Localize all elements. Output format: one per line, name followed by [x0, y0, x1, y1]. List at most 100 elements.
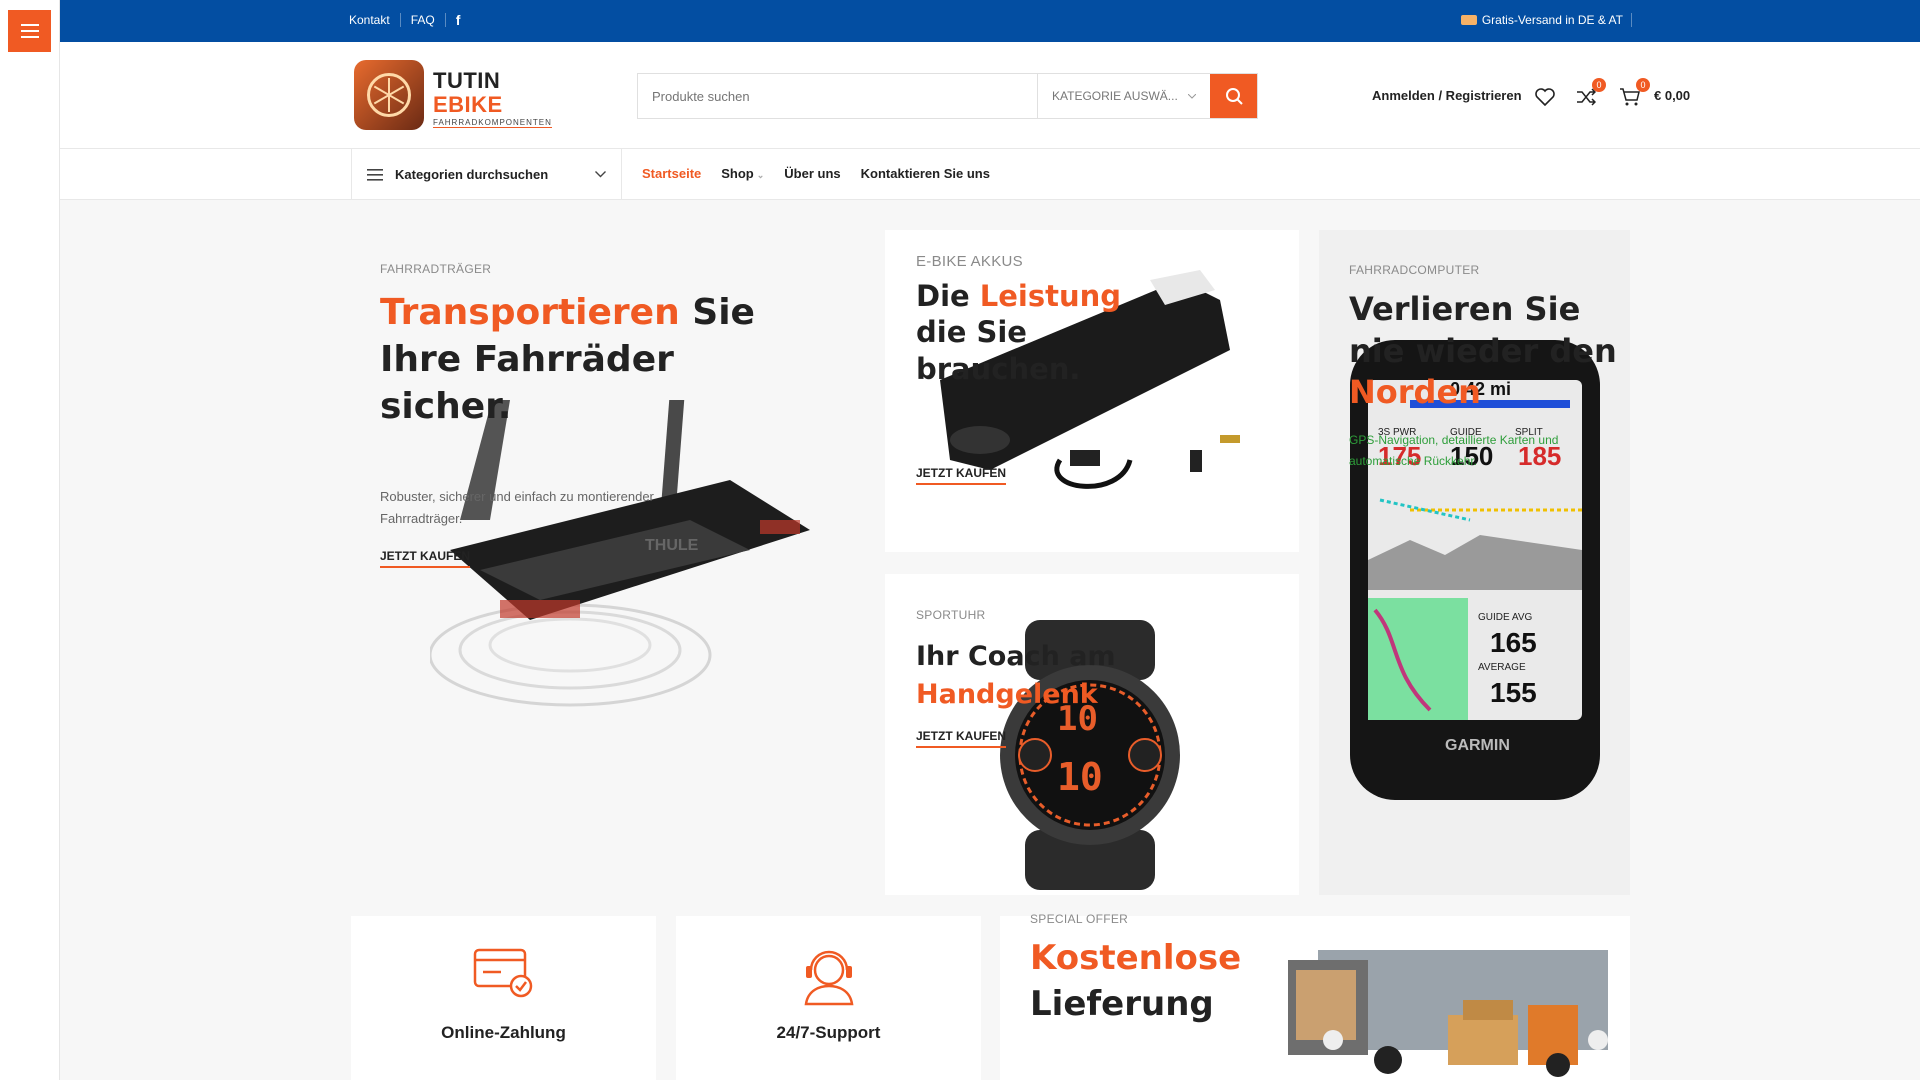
- nav-item-ueber-uns[interactable]: Über uns: [784, 166, 840, 181]
- offer-category: SPECIAL OFFER: [1030, 912, 1129, 926]
- hero-main-description-line1: Robuster, sicherer und einfach zu montie…: [380, 489, 654, 504]
- battery-title-line3: brauchen.: [916, 351, 1081, 386]
- compare-button[interactable]: 0: [1573, 78, 1606, 110]
- login-link[interactable]: Anmelden / Registrieren: [1372, 88, 1522, 103]
- computer-category: FAHRRADCOMPUTER: [1349, 263, 1480, 277]
- offer-title-line2: Lieferung: [1030, 983, 1214, 1024]
- hamburger-icon: [20, 24, 39, 38]
- search-input[interactable]: [638, 74, 1037, 118]
- logo-text-ebike[interactable]: EBIKE: [433, 92, 503, 118]
- computer-description: GPS-Navigation, detaillierte Karten und …: [1349, 430, 1617, 473]
- category-select[interactable]: KATEGORIE AUSWÄ...: [1037, 74, 1210, 118]
- nav-menu: Startseite Shop ⌄ Über uns Kontaktieren S…: [642, 166, 1010, 181]
- shipping-text: Gratis-Versand in DE & AT: [1481, 13, 1623, 27]
- computer-title-line1: Verlieren Sie: [1349, 290, 1581, 328]
- main-nav: Kategorien durchsuchen Startseite Shop ⌄ …: [60, 149, 1920, 200]
- logo-text-tutin[interactable]: TUTIN: [433, 68, 500, 94]
- shipping-notice: Gratis-Versand in DE & AT: [1460, 13, 1632, 27]
- nav-item-shop-label: Shop: [721, 166, 754, 181]
- nav-item-startseite[interactable]: Startseite: [642, 166, 701, 181]
- bike-rack-image: THULE: [430, 400, 810, 707]
- battery-cta[interactable]: JETZT KAUFEN: [916, 464, 1006, 485]
- menu-lines-icon: [367, 168, 383, 181]
- hero-main-title-accent: Transportieren: [380, 292, 680, 333]
- garmin-average-label: AVERAGE: [1478, 662, 1526, 673]
- hero-main-title-line3: sicher.: [380, 385, 512, 427]
- site-header: TUTIN EBIKE FAHRRADKOMPONENTEN KATEGORIE…: [60, 42, 1920, 149]
- hero-main-description: Robuster, sicherer und einfach zu montie…: [380, 486, 654, 530]
- feature-support-label: 24/7-Support: [776, 1023, 881, 1042]
- watch-panel-text: SPORTUHR Ihr Coach am Handgelenk: [916, 608, 1116, 714]
- battery-title-pre: Die: [916, 279, 980, 313]
- battery-panel-text: E-BIKE AKKUS Die Leistung die Sie brauch…: [916, 253, 1121, 387]
- feature-support: 24/7-Support: [676, 916, 981, 1080]
- cart-button[interactable]: 0: [1617, 78, 1650, 110]
- garmin-average-value: 155: [1490, 677, 1537, 708]
- hero-main-category: FAHRRADTRÄGER: [380, 262, 492, 276]
- top-link-kontakt[interactable]: Kontakt: [349, 13, 401, 27]
- computer-title-accent: Norden: [1349, 373, 1481, 412]
- category-browser-button[interactable]: Kategorien durchsuchen: [351, 149, 622, 200]
- chevron-down-icon: ⌄: [756, 170, 765, 180]
- nav-item-shop[interactable]: Shop ⌄: [721, 166, 764, 181]
- hero-main-title-rest: Sie: [679, 292, 755, 333]
- truck-icon: [1460, 15, 1477, 25]
- garmin-guide-avg-label: GUIDE AVG: [1478, 612, 1532, 623]
- menu-toggle-button[interactable]: [8, 10, 51, 52]
- cart-count-badge: 0: [1636, 78, 1650, 92]
- battery-cta-label: JETZT KAUFEN: [916, 466, 1006, 485]
- search-bar: KATEGORIE AUSWÄ...: [637, 73, 1258, 119]
- computer-panel-text: FAHRRADCOMPUTER Verlieren Sie nie wieder…: [1349, 263, 1617, 473]
- watch-cta[interactable]: JETZT KAUFEN: [916, 727, 1006, 748]
- feature-online-payment: Online-Zahlung: [351, 916, 656, 1080]
- battery-category: E-BIKE AKKUS: [916, 253, 1023, 270]
- hero-main-cta-label: JETZT KAUFEN: [380, 549, 470, 568]
- hero-main-description-line2: Fahrradträger.: [380, 511, 463, 527]
- top-link-faq[interactable]: FAQ: [401, 13, 446, 27]
- garmin-guide-avg-value: 165: [1490, 627, 1537, 658]
- wheel-icon: [367, 73, 411, 117]
- garmin-brand: GARMIN: [1445, 737, 1510, 754]
- svg-text:THULE: THULE: [645, 537, 699, 554]
- watch-title: Ihr Coach am Handgelenk: [916, 638, 1116, 714]
- feature-online-payment-label: Online-Zahlung: [441, 1023, 566, 1042]
- compare-count-badge: 0: [1592, 78, 1606, 92]
- search-button[interactable]: [1210, 74, 1257, 118]
- hero-main-cta[interactable]: JETZT KAUFEN: [380, 547, 470, 568]
- battery-title: Die Leistung die Sie brauchen.: [916, 278, 1121, 387]
- watch-category: SPORTUHR: [916, 608, 986, 622]
- shuffle-icon: [1577, 88, 1596, 106]
- credit-card-icon: [473, 948, 532, 998]
- search-icon: [1225, 88, 1243, 105]
- hero-main-title: Transportieren Sie Ihre Fahrräder sicher…: [380, 290, 755, 430]
- delivery-truck-image: [1288, 950, 1608, 1077]
- chevron-down-icon: [595, 171, 606, 178]
- battery-title-accent: Leistung: [979, 279, 1122, 313]
- computer-title-line2: nie wieder den: [1349, 331, 1617, 370]
- offer-text: SPECIAL OFFER Kostenlose Lieferung: [1030, 912, 1241, 1028]
- computer-description-line2: automatische Rückkehr.: [1349, 454, 1478, 469]
- hero-main-title-line2: Ihre Fahrräder: [380, 338, 674, 380]
- facebook-icon[interactable]: f: [446, 13, 471, 27]
- watch-title-line1: Ihr Coach am: [916, 641, 1116, 672]
- chevron-down-icon: [1188, 93, 1196, 99]
- battery-title-line2: die Sie: [916, 315, 1027, 350]
- watch-value-2: 10: [1057, 755, 1103, 799]
- heart-icon: [1535, 88, 1555, 106]
- watch-cta-label: JETZT KAUFEN: [916, 729, 1006, 748]
- hero-main: FAHRRADTRÄGER: [380, 262, 491, 276]
- offer-title: Kostenlose Lieferung: [1030, 936, 1241, 1028]
- logo-tagline: FAHRRADKOMPONENTEN: [433, 118, 552, 128]
- wishlist-button[interactable]: [1532, 84, 1558, 110]
- top-bar: Kontakt FAQ f Gratis-Versand in DE & AT: [60, 0, 1920, 42]
- watch-title-accent: Handgelenk: [916, 678, 1098, 710]
- nav-item-kontakt[interactable]: Kontaktieren Sie uns: [861, 166, 990, 181]
- logo-icon[interactable]: [354, 60, 424, 130]
- cart-total[interactable]: € 0,00: [1654, 88, 1690, 103]
- top-links: Kontakt FAQ f: [349, 13, 470, 27]
- left-rail: [0, 0, 60, 1080]
- category-browser-label: Kategorien durchsuchen: [395, 167, 549, 182]
- computer-description-line1: GPS-Navigation, detaillierte Karten und: [1349, 432, 1559, 447]
- computer-title: Verlieren Sie nie wieder den Norden: [1349, 289, 1617, 414]
- category-select-value: KATEGORIE AUSWÄ...: [1052, 89, 1178, 103]
